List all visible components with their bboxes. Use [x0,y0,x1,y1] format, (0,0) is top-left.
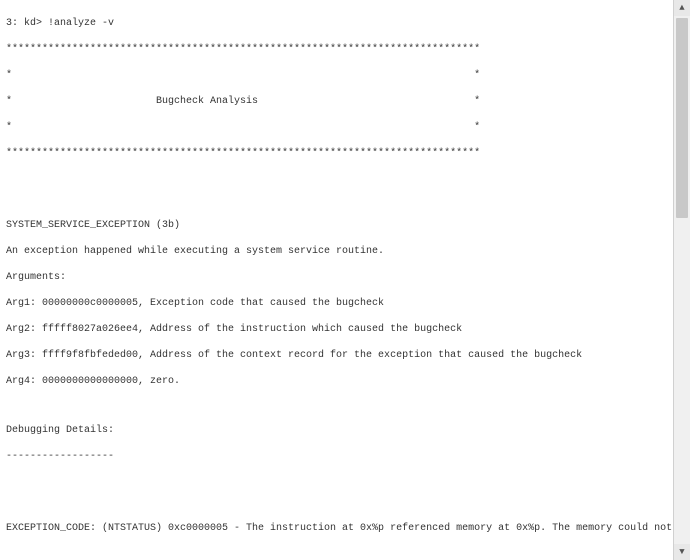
arg1: Arg1: 00000000c0000005, Exception code t… [6,297,684,310]
scroll-down-button[interactable]: ▼ [674,544,690,560]
args-label: Arguments: [6,271,684,284]
arg3: Arg3: ffff9f8fbfeded00, Address of the c… [6,349,684,362]
bugcheck-desc: An exception happened while executing a … [6,245,684,258]
exception-code: EXCEPTION_CODE: (NTSTATUS) 0xc0000005 - … [6,522,684,535]
banner-border: ****************************************… [6,147,684,160]
banner-border: ****************************************… [6,43,684,56]
prompt-line: 3: kd> !analyze -v [6,17,684,30]
debugging-sep: ------------------ [6,450,684,463]
scroll-up-button[interactable]: ▲ [674,0,690,16]
banner-side: * * [6,121,684,134]
debugger-output-pane: 3: kd> !analyze -v *********************… [0,0,690,560]
vertical-scrollbar[interactable]: ▲ ▼ [673,0,690,560]
scrollbar-thumb[interactable] [676,18,688,218]
arg2: Arg2: fffff8027a026ee4, Address of the i… [6,323,684,336]
arg4: Arg4: 0000000000000000, zero. [6,375,684,388]
debugging-title: Debugging Details: [6,424,684,437]
banner-side: * * [6,69,684,82]
bugcheck-title: SYSTEM_SERVICE_EXCEPTION (3b) [6,219,684,232]
banner-title: * Bugcheck Analysis * [6,95,684,108]
